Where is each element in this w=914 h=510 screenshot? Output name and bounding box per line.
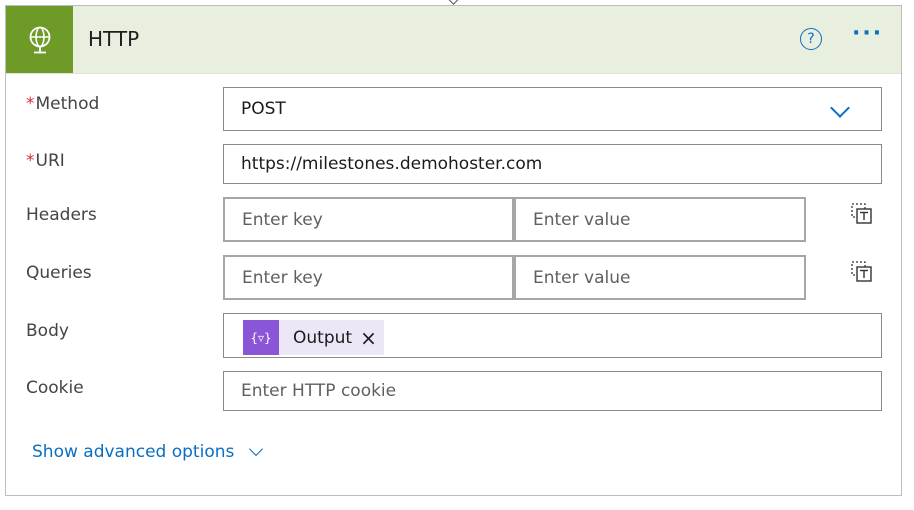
method-dropdown[interactable]: POST [223, 87, 882, 131]
switch-to-text-mode-icon[interactable] [851, 261, 873, 283]
body-label: Body [26, 321, 69, 341]
headers-value-placeholder: Enter value [533, 209, 631, 230]
cookie-input[interactable]: Enter HTTP cookie [223, 371, 882, 411]
body-input[interactable]: {▿} Output × [223, 313, 882, 358]
http-action-card: HTTP ? ··· *Method POST *URI https://mil… [5, 5, 902, 496]
chevron-down-icon [249, 441, 264, 457]
uri-label: *URI [26, 151, 65, 171]
queries-key-placeholder: Enter key [242, 267, 323, 288]
dynamic-content-token[interactable]: {▿} Output × [243, 320, 384, 355]
queries-label: Queries [26, 263, 92, 283]
method-label: *Method [26, 94, 100, 114]
queries-value-placeholder: Enter value [533, 267, 631, 288]
switch-to-text-mode-icon[interactable] [851, 203, 873, 225]
headers-value-input[interactable]: Enter value [514, 197, 806, 242]
remove-token-icon[interactable]: × [360, 326, 384, 350]
headers-key-placeholder: Enter key [242, 209, 323, 230]
globe-icon [6, 6, 73, 73]
show-advanced-options-link[interactable]: Show advanced options [32, 441, 264, 462]
required-marker: * [26, 94, 35, 114]
advanced-label: Show advanced options [32, 442, 235, 462]
action-title: HTTP [88, 27, 140, 51]
cookie-label: Cookie [26, 378, 84, 398]
headers-key-input[interactable]: Enter key [223, 197, 514, 242]
cookie-placeholder: Enter HTTP cookie [241, 381, 397, 401]
chevron-down-icon [830, 98, 850, 118]
help-button[interactable]: ? [800, 28, 822, 50]
queries-key-input[interactable]: Enter key [223, 255, 514, 300]
required-marker: * [26, 151, 35, 171]
card-header[interactable]: HTTP ? ··· [6, 6, 901, 74]
more-options-button[interactable]: ··· [852, 21, 883, 46]
headers-label: Headers [26, 205, 97, 225]
variable-icon: {▿} [243, 320, 279, 355]
token-label: Output [293, 327, 353, 348]
uri-value: https://milestones.demohoster.com [241, 154, 543, 174]
method-value: POST [241, 99, 286, 119]
queries-value-input[interactable]: Enter value [514, 255, 806, 300]
uri-input[interactable]: https://milestones.demohoster.com [223, 144, 882, 184]
